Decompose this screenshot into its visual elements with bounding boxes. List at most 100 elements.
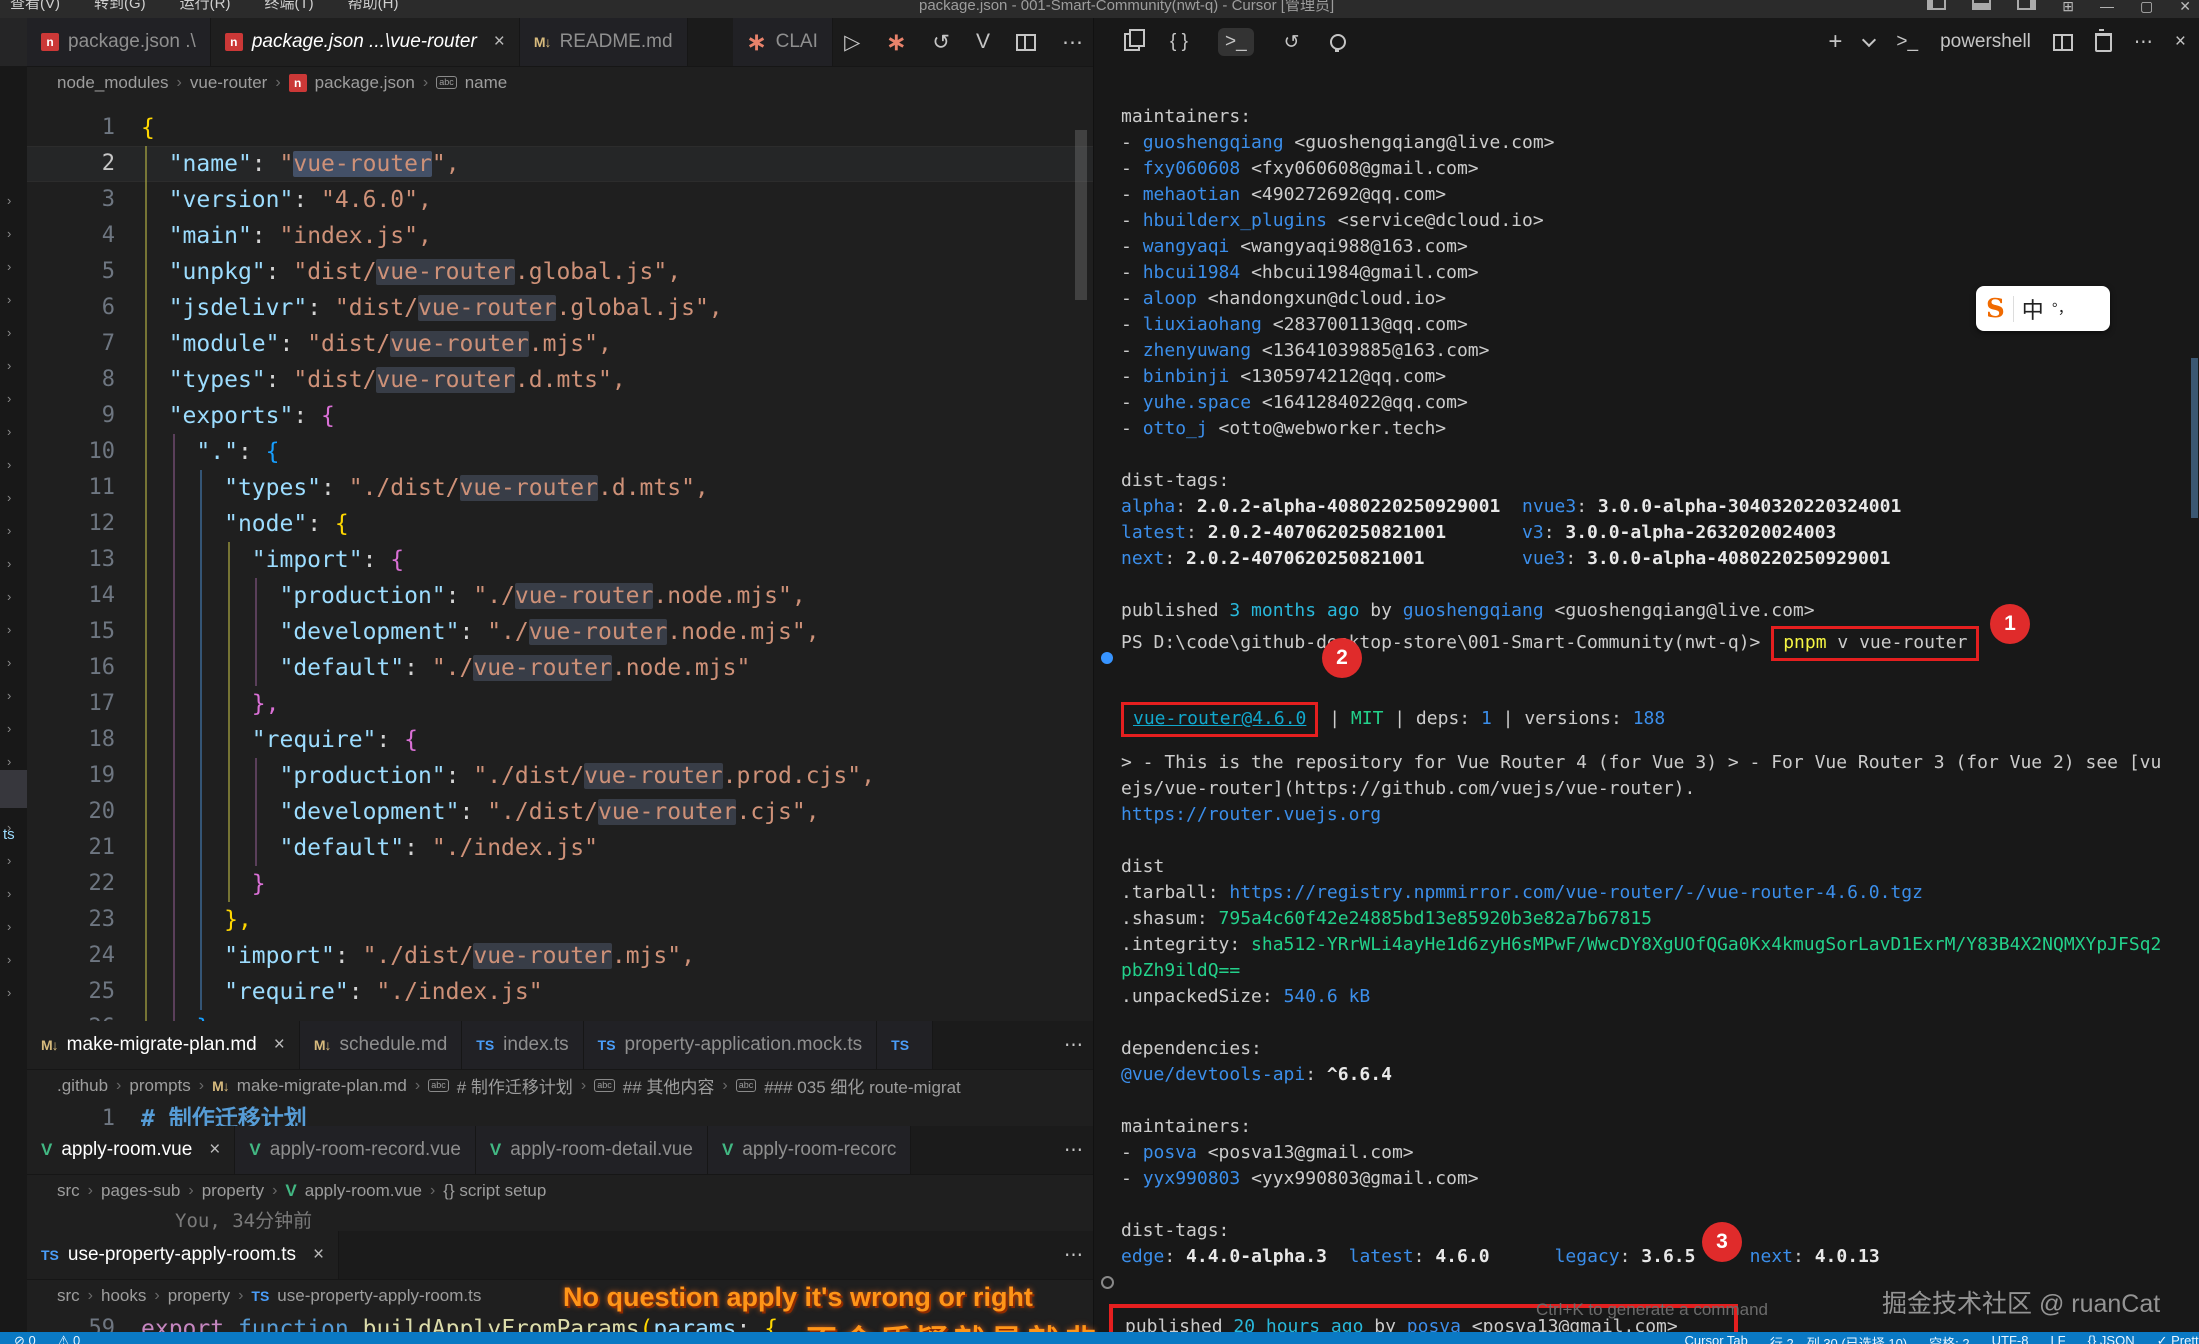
breadcrumb-item[interactable]: property: [202, 1181, 264, 1201]
breadcrumb-item[interactable]: package.json: [315, 73, 415, 93]
tab-readme.md[interactable]: M↓README.md: [520, 18, 688, 66]
menu-item[interactable]: 查看(V): [10, 0, 60, 17]
tree-chevron-icon[interactable]: ›: [7, 259, 11, 274]
breadcrumb[interactable]: node_modules›vue-router›npackage.json›ab…: [27, 67, 1093, 98]
statusbar-item[interactable]: ⚠ 0: [58, 1333, 81, 1344]
more-actions-icon[interactable]: ⋯: [1064, 1231, 1083, 1279]
breadcrumb[interactable]: src›pages-sub›property›Vapply-room.vue›{…: [27, 1175, 1093, 1206]
tab-index.ts[interactable]: TSindex.ts: [462, 1021, 583, 1069]
split-terminal-icon[interactable]: [2053, 34, 2073, 51]
more-icon[interactable]: ⋯: [2134, 31, 2153, 54]
tree-chevron-icon[interactable]: ›: [7, 655, 11, 670]
breadcrumb-item[interactable]: property: [168, 1286, 230, 1306]
breadcrumb-item[interactable]: make-migrate-plan.md: [237, 1076, 407, 1096]
play-icon[interactable]: ▷: [844, 30, 860, 55]
menu-item[interactable]: 运行(R): [180, 0, 231, 17]
tree-selected-row[interactable]: [0, 770, 27, 808]
tree-chevron-icon[interactable]: ›: [7, 490, 11, 505]
menu-item[interactable]: 转到(G): [94, 0, 146, 17]
braces-icon[interactable]: { }: [1170, 31, 1188, 53]
breadcrumb-item[interactable]: .github: [57, 1076, 108, 1096]
more-actions-icon[interactable]: ⋯: [1064, 1126, 1083, 1174]
tab-package.json-.-[interactable]: npackage.json .\: [27, 18, 211, 66]
breadcrumb-item[interactable]: apply-room.vue: [305, 1181, 422, 1201]
tree-chevron-icon[interactable]: ›: [7, 193, 11, 208]
close-icon[interactable]: ×: [313, 1244, 324, 1266]
v-icon[interactable]: V: [976, 30, 990, 54]
more-actions-icon[interactable]: ⋯: [1064, 1021, 1083, 1069]
history-icon[interactable]: ↺: [1284, 31, 1300, 54]
tab-use-property-apply-room.ts[interactable]: TSuse-property-apply-room.ts×: [27, 1231, 339, 1279]
tree-chevron-icon[interactable]: ›: [7, 325, 11, 340]
tree-chevron-icon[interactable]: ›: [7, 985, 11, 1000]
tree-chevron-icon[interactable]: ›: [7, 919, 11, 934]
explorer-sliver[interactable]: ››››››››››››››››››››››››ts: [0, 18, 27, 1344]
chevron-down-icon[interactable]: [1862, 33, 1876, 47]
tab-apply-room-record.vue[interactable]: Vapply-room-record.vue: [235, 1126, 475, 1174]
tree-chevron-icon[interactable]: ›: [7, 226, 11, 241]
breadcrumb-item[interactable]: src: [57, 1181, 80, 1201]
editor-scrollbar[interactable]: [1075, 130, 1087, 300]
tab-apply-room-recorc[interactable]: Vapply-room-recorc: [708, 1126, 912, 1174]
menu-item[interactable]: 帮助(H): [348, 0, 399, 17]
code-editor-package-json[interactable]: 1{2 "name": "vue-router",3 "version": "4…: [27, 110, 1093, 1021]
tree-chevron-icon[interactable]: ›: [7, 358, 11, 373]
ime-widget[interactable]: S 中 °，: [1976, 286, 2110, 331]
statusbar[interactable]: ⊘ 0 ⚠ 0 Cursor Tab 行 2，列 30 (已选择 10) 空格: 2 U…: [0, 1332, 2199, 1344]
tab-schedule.md[interactable]: M↓schedule.md: [300, 1021, 462, 1069]
maximize-icon[interactable]: ▢: [2140, 0, 2153, 18]
tree-chevron-icon[interactable]: ›: [7, 622, 11, 637]
toggle-panel-icon[interactable]: [1972, 0, 1991, 10]
shell-label[interactable]: powershell: [1940, 31, 2031, 53]
tree-chevron-icon[interactable]: ›: [7, 391, 11, 406]
tab-apply-room.vue[interactable]: Vapply-room.vue×: [27, 1126, 235, 1174]
statusbar-item[interactable]: {} JSON: [2088, 1333, 2135, 1344]
breadcrumb-item[interactable]: {} script setup: [443, 1181, 546, 1201]
tab-apply-room-detail.vue[interactable]: Vapply-room-detail.vue: [476, 1126, 708, 1174]
command-decoration-dot[interactable]: [1101, 1276, 1114, 1289]
tree-chevron-icon[interactable]: ›: [7, 721, 11, 736]
command-decoration-dot[interactable]: [1101, 652, 1113, 664]
tree-chevron-icon[interactable]: ›: [7, 688, 11, 703]
statusbar-item[interactable]: 行 2，列 30 (已选择 10): [1770, 1333, 1907, 1344]
tree-chevron-icon[interactable]: ›: [7, 589, 11, 604]
tree-chevron-icon[interactable]: ›: [7, 853, 11, 868]
copy-icon[interactable]: [1124, 33, 1140, 51]
tab-make-migrate-plan.md[interactable]: M↓make-migrate-plan.md×: [27, 1021, 300, 1069]
breadcrumb-item[interactable]: ## 其他内容: [623, 1073, 715, 1098]
breadcrumb[interactable]: .github›prompts›M↓make-migrate-plan.md›a…: [27, 1070, 1093, 1101]
close-icon[interactable]: ×: [274, 1034, 285, 1056]
lightbulb-icon[interactable]: [1330, 34, 1346, 50]
tree-chevron-icon[interactable]: ›: [7, 886, 11, 901]
split-editor-icon[interactable]: [1016, 34, 1036, 51]
breadcrumb-item[interactable]: use-property-apply-room.ts: [277, 1286, 481, 1306]
tree-chevron-icon[interactable]: ›: [7, 457, 11, 472]
tree-chevron-icon[interactable]: ›: [7, 523, 11, 538]
terminal-scrollbar[interactable]: [2191, 358, 2198, 518]
tree-chevron-icon[interactable]: ›: [7, 754, 11, 769]
breadcrumb-item[interactable]: node_modules: [57, 73, 169, 93]
statusbar-item[interactable]: 空格: 2: [1929, 1333, 1969, 1344]
tab-clai[interactable]: ∗CLAI: [733, 18, 833, 66]
breadcrumb-item[interactable]: src: [57, 1286, 80, 1306]
breadcrumb-item[interactable]: vue-router: [190, 73, 267, 93]
new-terminal-icon[interactable]: +: [1828, 28, 1842, 56]
statusbar-item[interactable]: LF: [2050, 1333, 2065, 1344]
history-icon[interactable]: ↺: [932, 30, 950, 55]
code-editor-markdown[interactable]: 1# 制作迁移计划: [27, 1101, 1093, 1126]
toggle-sidebar-icon[interactable]: [1927, 0, 1946, 10]
terminal-icon[interactable]: >_: [1218, 28, 1254, 56]
claude-spark-icon[interactable]: ∗: [886, 28, 906, 57]
statusbar-item[interactable]: UTF-8: [1992, 1333, 2029, 1344]
close-window-icon[interactable]: ✕: [2179, 0, 2191, 18]
breadcrumb-item[interactable]: ### 035 细化 route-migrat: [764, 1073, 961, 1098]
breadcrumb-item[interactable]: pages-sub: [101, 1181, 180, 1201]
tree-chevron-icon[interactable]: ›: [7, 424, 11, 439]
breadcrumb-item[interactable]: name: [465, 73, 508, 93]
statusbar-item[interactable]: Cursor Tab: [1685, 1333, 1748, 1344]
close-panel-icon[interactable]: ×: [2175, 31, 2186, 53]
more-actions-icon[interactable]: ⋯: [1062, 30, 1083, 55]
statusbar-item[interactable]: ⊘ 0: [14, 1333, 36, 1344]
tab-property-application.mock.ts[interactable]: TSproperty-application.mock.ts: [584, 1021, 878, 1069]
tree-chevron-icon[interactable]: ›: [7, 952, 11, 967]
